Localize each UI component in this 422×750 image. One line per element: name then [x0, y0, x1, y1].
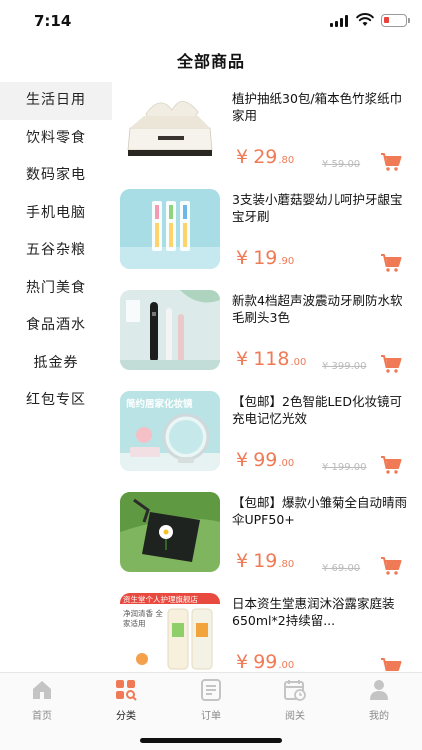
sidebar-item-drinks-snacks[interactable]: 饮料零食	[0, 120, 112, 158]
product-price: ¥ 29.80	[236, 146, 295, 168]
product-card[interactable]: 植护抽纸30包/箱本色竹浆纸巾家用 ¥ 29.80 ¥ 59.00	[112, 82, 422, 183]
sidebar-item-phones-computers[interactable]: 手机电脑	[0, 195, 112, 233]
original-price: ¥ 199.00	[322, 462, 367, 473]
product-card[interactable]: 资生堂个人护理旗舰店 净润清香 全家适用 日本资生堂惠润沐浴露家庭装650ml*…	[112, 587, 422, 672]
product-name: 【包邮】爆款小雏菊全自动晴雨伞UPF50+	[232, 495, 407, 527]
product-list: 植护抽纸30包/箱本色竹浆纸巾家用 ¥ 29.80 ¥ 59.00 3支装小蘑菇…	[112, 82, 422, 672]
add-to-cart-icon[interactable]	[380, 152, 402, 172]
tab-label: 首页	[32, 711, 52, 722]
status-time: 7:14	[34, 12, 72, 30]
baby-toothbrush-image[interactable]	[120, 189, 220, 269]
product-name: 日本资生堂惠润沐浴露家庭装650ml*2持续留...	[232, 596, 395, 628]
cellular-signal-icon	[330, 15, 350, 27]
product-name: 植护抽纸30包/箱本色竹浆纸巾家用	[232, 91, 403, 123]
tab-category[interactable]: 分类	[96, 679, 156, 722]
tab-label: 分类	[116, 711, 136, 722]
add-to-cart-icon[interactable]	[380, 657, 402, 672]
product-price: ¥ 19.90	[236, 247, 295, 269]
sidebar-item-vouchers[interactable]: 抵金券	[0, 345, 112, 383]
calendar-icon	[284, 680, 306, 701]
thumb-subcaption: 净润清香 全家适用	[123, 609, 163, 628]
tab-calendar[interactable]: 阅关	[265, 679, 325, 722]
sidebar-item-popular-food[interactable]: 热门美食	[0, 270, 112, 308]
product-name: 【包邮】2色智能LED化妆镜可充电记忆光效	[232, 394, 402, 426]
tab-label: 我的	[369, 711, 389, 722]
status-bar: 7:14	[0, 0, 422, 44]
sidebar-item-grains[interactable]: 五谷杂粮	[0, 232, 112, 270]
order-icon	[201, 679, 221, 701]
wifi-icon	[356, 13, 374, 26]
product-card[interactable]: 新款4档超声波震动牙刷防水软毛刷头3色 ¥ 118.00 ¥ 399.00	[112, 284, 422, 385]
add-to-cart-icon[interactable]	[380, 556, 402, 576]
original-price: ¥ 59.00	[322, 159, 361, 170]
thumb-caption: 简约居家化妆镜	[126, 399, 193, 410]
product-card[interactable]: 【包邮】爆款小雏菊全自动晴雨伞UPF50+ ¥ 19.80 ¥ 69.00	[112, 486, 422, 587]
tab-orders[interactable]: 订单	[181, 679, 241, 722]
product-card[interactable]: 3支装小蘑菇婴幼儿呵护牙龈宝宝牙刷 ¥ 19.90	[112, 183, 422, 284]
tab-profile[interactable]: 我的	[349, 679, 409, 722]
product-name: 新款4档超声波震动牙刷防水软毛刷头3色	[232, 293, 403, 325]
original-price: ¥ 69.00	[322, 563, 361, 574]
add-to-cart-icon[interactable]	[380, 253, 402, 273]
led-mirror-image[interactable]: 简约居家化妆镜	[120, 391, 220, 471]
thumb-caption: 资生堂个人护理旗舰店	[123, 595, 198, 604]
battery-icon	[381, 14, 410, 27]
daisy-umbrella-image[interactable]	[120, 492, 220, 572]
sidebar-item-daily-use[interactable]: 生活日用	[0, 82, 112, 120]
tab-home[interactable]: 首页	[12, 679, 72, 722]
electric-toothbrush-image[interactable]	[120, 290, 220, 370]
category-icon	[116, 680, 137, 701]
home-indicator	[140, 738, 282, 743]
sidebar-item-food-wine[interactable]: 食品酒水	[0, 307, 112, 345]
add-to-cart-icon[interactable]	[380, 354, 402, 374]
sidebar-item-red-packets[interactable]: 红包专区	[0, 382, 112, 420]
product-price: ¥ 118.00	[236, 348, 307, 370]
tissue-box-image[interactable]	[120, 88, 220, 168]
category-sidebar: 生活日用 饮料零食 数码家电 手机电脑 五谷杂粮 热门美食 食品酒水 抵金券 红…	[0, 82, 112, 420]
home-icon	[33, 681, 51, 699]
product-price: ¥ 99.00	[236, 651, 295, 672]
product-name: 3支装小蘑菇婴幼儿呵护牙龈宝宝牙刷	[232, 192, 403, 224]
product-price: ¥ 19.80	[236, 550, 295, 572]
sidebar-item-digital-appliances[interactable]: 数码家电	[0, 157, 112, 195]
shower-gel-image[interactable]: 资生堂个人护理旗舰店 净润清香 全家适用	[120, 593, 220, 672]
product-card[interactable]: 简约居家化妆镜 【包邮】2色智能LED化妆镜可充电记忆光效 ¥ 99.00 ¥ …	[112, 385, 422, 486]
product-price: ¥ 99.00	[236, 449, 295, 471]
add-to-cart-icon[interactable]	[380, 455, 402, 475]
page-title: 全部商品	[176, 52, 245, 71]
original-price: ¥ 399.00	[322, 361, 367, 372]
tab-label: 订单	[201, 711, 221, 722]
tab-label: 阅关	[285, 711, 305, 722]
profile-icon	[370, 680, 388, 700]
